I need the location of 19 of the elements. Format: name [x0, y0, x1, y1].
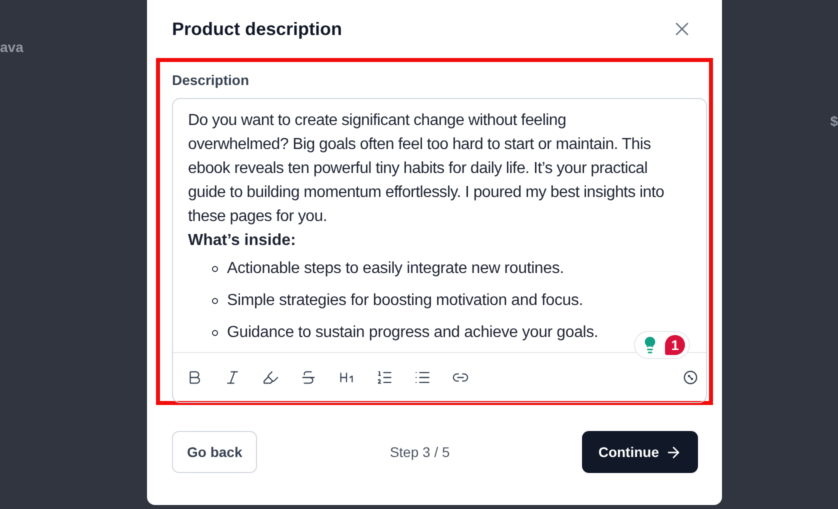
list-item: Actionable steps to easily integrate new routines.	[227, 259, 564, 279]
expand-icon[interactable]	[683, 370, 698, 385]
continue-button[interactable]: Continue	[582, 431, 698, 473]
background-text: $	[830, 113, 838, 129]
step-indicator: Step 3 / 5	[390, 444, 450, 460]
bullet-icon	[212, 330, 218, 336]
bullet-icon	[212, 266, 218, 272]
suggestion-count: 1	[665, 335, 685, 355]
suggestion-badge[interactable]: 1	[634, 331, 690, 359]
list-item: Guidance to sustain progress and achieve your goals.	[227, 323, 598, 343]
background-text: ava	[0, 39, 24, 55]
bullet-icon	[212, 298, 218, 304]
dialog-title: Product description	[172, 18, 342, 40]
paragraph: Do you want to create significant change without feeling overwhelmed? Big goals often feel too hard to start or maintain. This ebook reveals ten powerful tiny habits for daily life. It’s your practical guide to building momentum effortlessly. I poured my best insights into these pages for you.	[188, 111, 666, 227]
list-item: Simple strategies for boosting motivation and focus.	[227, 291, 584, 311]
go-back-button[interactable]: Go back	[172, 431, 258, 473]
rich-text-editor[interactable]	[172, 98, 707, 403]
section-heading: What’s inside:	[188, 231, 297, 251]
field-label: Description	[172, 72, 250, 88]
